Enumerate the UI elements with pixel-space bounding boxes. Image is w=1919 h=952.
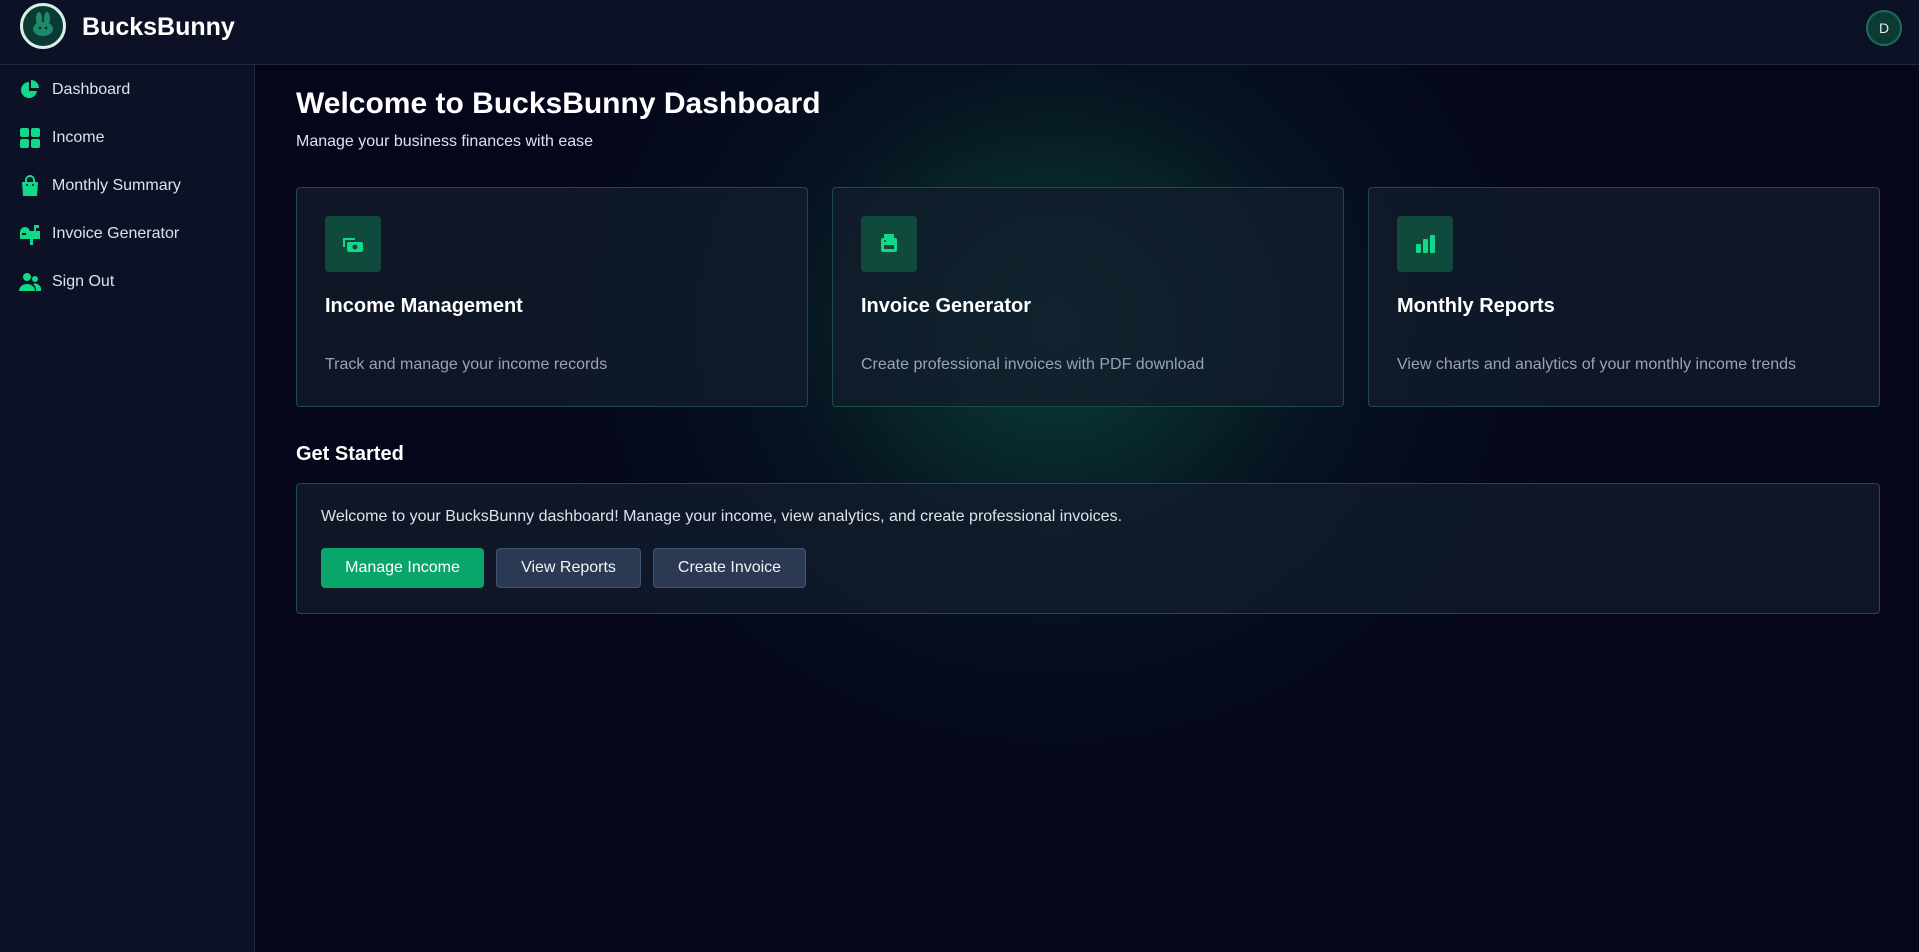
page-title: Welcome to BucksBunny Dashboard [296, 87, 821, 120]
card-monthly-reports[interactable]: Monthly Reports View charts and analytic… [1368, 187, 1880, 407]
sidebar-item-label: Dashboard [52, 81, 131, 98]
card-icon-badge [325, 216, 381, 272]
sidebar-item-label: Sign Out [52, 273, 115, 290]
sidebar-item-sign-out[interactable]: Sign Out [0, 262, 254, 302]
card-title: Monthly Reports [1397, 295, 1555, 317]
card-description: Track and manage your income records [325, 356, 608, 373]
sidebar-item-label: Income [52, 129, 105, 146]
card-title: Income Management [325, 295, 523, 317]
get-started-heading: Get Started [296, 443, 404, 465]
get-started-text: Welcome to your BucksBunny dashboard! Ma… [321, 508, 1123, 525]
card-icon-badge [1397, 216, 1453, 272]
card-description: View charts and analytics of your monthl… [1397, 356, 1797, 373]
bunny-logo-icon [33, 12, 53, 36]
sidebar-item-label: Invoice Generator [52, 225, 180, 242]
bar-chart-icon [1416, 235, 1435, 253]
page-subtitle: Manage your business finances with ease [296, 133, 594, 150]
sidebar-item-invoice-generator[interactable]: Invoice Generator [0, 214, 254, 254]
grid-icon [20, 128, 40, 148]
shopping-bag-icon [22, 175, 38, 196]
users-icon [19, 273, 41, 291]
sidebar-item-monthly-summary[interactable]: Monthly Summary [0, 166, 254, 206]
cash-icon [343, 238, 363, 252]
card-icon-badge [861, 216, 917, 272]
sidebar-item-label: Monthly Summary [52, 177, 181, 194]
create-invoice-button[interactable]: Create Invoice [653, 548, 806, 588]
card-invoice-generator[interactable]: Invoice Generator Create professional in… [832, 187, 1344, 407]
printer-icon [881, 234, 897, 252]
mailbox-icon [20, 225, 40, 245]
card-title: Invoice Generator [861, 295, 1032, 317]
main-content: Welcome to BucksBunny Dashboard Manage y… [255, 65, 1919, 952]
pie-chart-icon [21, 80, 39, 98]
get-started-panel: Welcome to your BucksBunny dashboard! Ma… [296, 483, 1880, 614]
app-logo[interactable] [20, 3, 66, 49]
card-description: Create professional invoices with PDF do… [861, 356, 1205, 373]
sidebar-item-income[interactable]: Income [0, 118, 254, 158]
view-reports-button[interactable]: View Reports [496, 548, 641, 588]
brand-name: BucksBunny [82, 13, 235, 41]
card-income-management[interactable]: Income Management Track and manage your … [296, 187, 808, 407]
top-bar: BucksBunny D [0, 0, 1919, 65]
sidebar: Dashboard Income Monthly Summary Invoice… [0, 65, 255, 952]
manage-income-button[interactable]: Manage Income [321, 548, 484, 588]
user-avatar[interactable]: D [1866, 10, 1902, 46]
sidebar-item-dashboard[interactable]: Dashboard [0, 70, 254, 110]
